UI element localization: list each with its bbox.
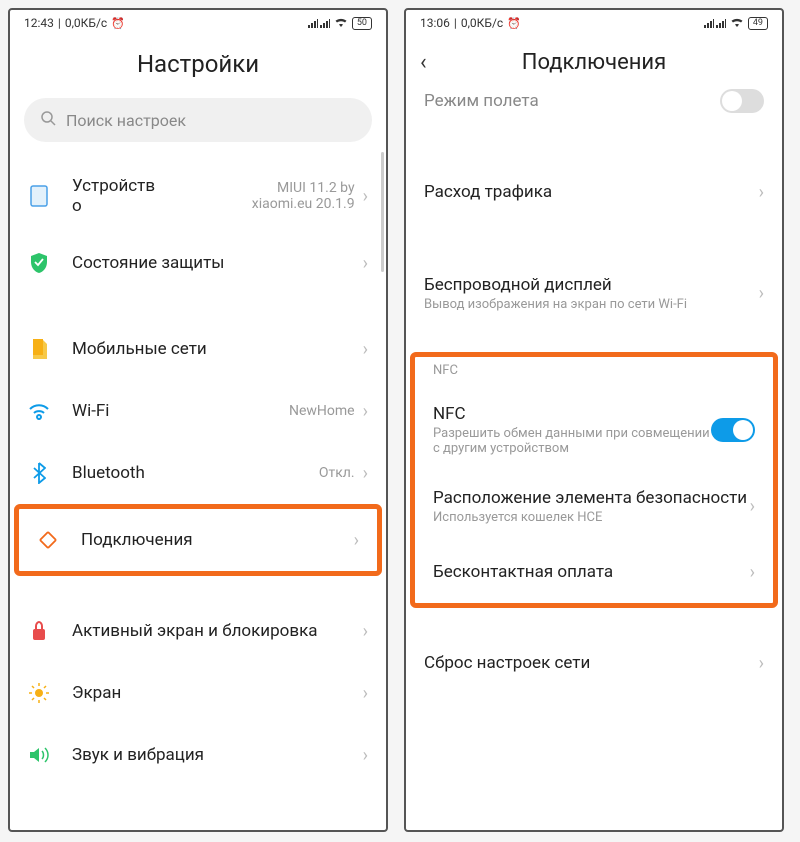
row-value: MIUI 11.2 byxiaomi.eu 20.1.9 bbox=[252, 180, 355, 212]
signal-icon bbox=[704, 18, 726, 28]
row-value: NewHome bbox=[289, 403, 355, 419]
alarm-icon: ⏰ bbox=[507, 17, 521, 30]
chevron-right-icon: › bbox=[363, 186, 368, 207]
row-connections[interactable]: Подключения › bbox=[19, 509, 377, 571]
shield-icon bbox=[28, 252, 50, 274]
header: ‹ Подключения bbox=[406, 32, 782, 89]
row-nfc[interactable]: NFC Разрешить обмен данными при совмещен… bbox=[415, 388, 773, 472]
chevron-right-icon: › bbox=[363, 683, 368, 704]
row-label: Расход трафика bbox=[424, 182, 759, 202]
lock-icon bbox=[28, 620, 50, 642]
row-reset-network[interactable]: Сброс настроек сети › bbox=[406, 632, 782, 694]
row-label: Состояние защиты bbox=[72, 253, 363, 273]
row-mobile[interactable]: Мобильные сети › bbox=[10, 318, 386, 380]
sim-icon bbox=[28, 338, 50, 360]
search-input[interactable]: Поиск настроек bbox=[24, 98, 372, 142]
row-label: Расположение элемента безопасности bbox=[433, 488, 750, 508]
row-label: NFC bbox=[433, 404, 711, 424]
row-sound[interactable]: Звук и вибрация › bbox=[10, 724, 386, 786]
wifi-icon bbox=[730, 16, 744, 30]
highlight-nfc-section: NFC NFC Разрешить обмен данными при совм… bbox=[410, 352, 778, 608]
chevron-right-icon: › bbox=[363, 339, 368, 360]
connections-list[interactable]: Режим полета Расход трафика › Беспроводн… bbox=[406, 89, 782, 830]
chevron-right-icon: › bbox=[750, 496, 755, 517]
status-bar: 12:43 | 0,0КБ/с ⏰ 50 bbox=[10, 10, 386, 32]
row-label: Режим полета bbox=[424, 91, 539, 111]
search-icon bbox=[40, 110, 56, 130]
search-placeholder: Поиск настроек bbox=[66, 111, 186, 130]
status-net: 0,0КБ/с bbox=[65, 16, 107, 30]
chevron-right-icon: › bbox=[363, 401, 368, 422]
page-title: Подключения bbox=[450, 50, 738, 75]
row-label: Wi-Fi bbox=[72, 401, 289, 421]
toggle-nfc[interactable] bbox=[711, 418, 755, 442]
row-sub: Используется кошелек HCE bbox=[433, 510, 750, 525]
chevron-right-icon: › bbox=[354, 530, 359, 551]
row-label: Подключения bbox=[81, 530, 354, 550]
row-label: Беспроводной дисплей bbox=[424, 275, 759, 295]
row-airplane-partial[interactable]: Режим полета bbox=[406, 89, 782, 125]
status-time: 12:43 bbox=[24, 16, 54, 30]
row-bluetooth[interactable]: Bluetooth Откл. › bbox=[10, 442, 386, 504]
chevron-right-icon: › bbox=[363, 463, 368, 484]
row-label: Устройство bbox=[72, 176, 252, 216]
status-net: 0,0КБ/с bbox=[461, 16, 503, 30]
row-wifi[interactable]: Wi-Fi NewHome › bbox=[10, 380, 386, 442]
row-display[interactable]: Экран › bbox=[10, 662, 386, 724]
chevron-right-icon: › bbox=[759, 283, 764, 304]
row-traffic[interactable]: Расход трафика › bbox=[406, 161, 782, 223]
row-label: Мобильные сети bbox=[72, 339, 363, 359]
chevron-right-icon: › bbox=[759, 182, 764, 203]
device-icon bbox=[28, 185, 50, 207]
status-time: 13:06 bbox=[420, 16, 450, 30]
row-contactless-pay[interactable]: Бесконтактная оплата › bbox=[415, 541, 773, 603]
chevron-right-icon: › bbox=[363, 621, 368, 642]
back-button[interactable]: ‹ bbox=[420, 50, 450, 75]
phone-settings: 12:43 | 0,0КБ/с ⏰ 50 Настройки Поиск нас… bbox=[8, 8, 388, 832]
scrollbar[interactable] bbox=[381, 152, 384, 272]
row-value: Откл. bbox=[319, 465, 355, 481]
chevron-right-icon: › bbox=[363, 253, 368, 274]
settings-list[interactable]: Устройство MIUI 11.2 byxiaomi.eu 20.1.9 … bbox=[10, 152, 386, 830]
row-device[interactable]: Устройство MIUI 11.2 byxiaomi.eu 20.1.9 … bbox=[10, 160, 386, 232]
highlight-connections: Подключения › bbox=[14, 504, 382, 576]
signal-icon bbox=[308, 18, 330, 28]
section-header-nfc: NFC bbox=[415, 357, 773, 388]
row-label: Bluetooth bbox=[72, 463, 319, 483]
chevron-right-icon: › bbox=[759, 653, 764, 674]
row-lock[interactable]: Активный экран и блокировка › bbox=[10, 600, 386, 662]
chevron-right-icon: › bbox=[750, 562, 755, 583]
bluetooth-icon bbox=[28, 462, 50, 484]
page-title: Настройки bbox=[10, 32, 386, 92]
row-cast[interactable]: Беспроводной дисплей Вывод изображения н… bbox=[406, 259, 782, 328]
speaker-icon bbox=[28, 744, 50, 766]
sun-icon bbox=[28, 682, 50, 704]
row-label: Сброс настроек сети bbox=[424, 653, 759, 673]
connections-icon bbox=[37, 529, 59, 551]
status-bar: 13:06 | 0,0КБ/с ⏰ 49 bbox=[406, 10, 782, 32]
row-label: Активный экран и блокировка bbox=[72, 621, 363, 641]
row-secure-element[interactable]: Расположение элемента безопасности Испол… bbox=[415, 472, 773, 541]
battery-icon: 50 bbox=[352, 17, 372, 30]
wifi-icon bbox=[334, 16, 348, 30]
row-label: Экран bbox=[72, 683, 363, 703]
chevron-right-icon: › bbox=[363, 745, 368, 766]
battery-icon: 49 bbox=[748, 17, 768, 30]
row-security[interactable]: Состояние защиты › bbox=[10, 232, 386, 294]
phone-connections: 13:06 | 0,0КБ/с ⏰ 49 ‹ Подключения Режим… bbox=[404, 8, 784, 832]
row-label: Звук и вибрация bbox=[72, 745, 363, 765]
row-sub: Разрешить обмен данными при совмещении с… bbox=[433, 426, 711, 456]
alarm-icon: ⏰ bbox=[111, 17, 125, 30]
row-label: Бесконтактная оплата bbox=[433, 562, 750, 582]
wifi-menu-icon bbox=[28, 400, 50, 422]
toggle-airplane[interactable] bbox=[720, 89, 764, 113]
row-sub: Вывод изображения на экран по сети Wi-Fi bbox=[424, 297, 759, 312]
